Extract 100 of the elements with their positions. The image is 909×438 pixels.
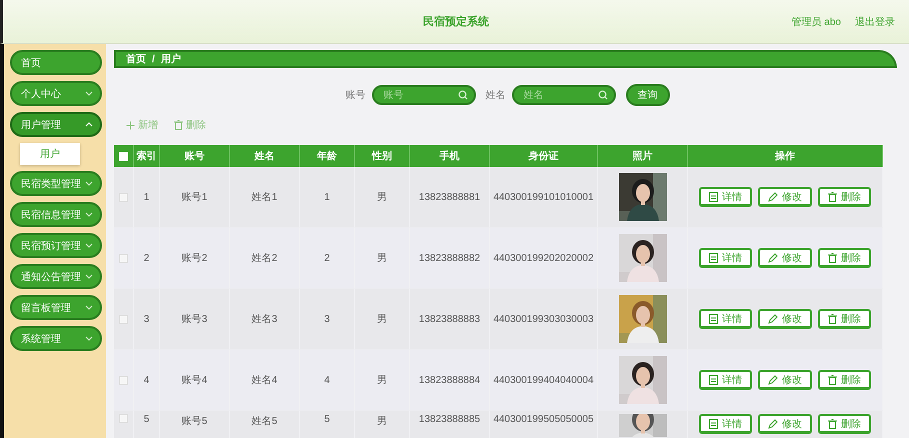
breadcrumb-item[interactable]: 用户 <box>160 52 181 66</box>
field-label: 账号 <box>346 88 366 102</box>
table-cell: 账号3 <box>160 289 230 350</box>
plus-icon <box>126 120 135 130</box>
field-label: 姓名 <box>486 89 506 102</box>
column-header: 照片 <box>598 145 688 167</box>
menu-item[interactable]: 个人中心 <box>10 81 102 106</box>
search-icon <box>458 90 468 100</box>
menu-item[interactable]: 留言板管理 <box>10 295 102 320</box>
chevron-down-icon <box>85 180 93 187</box>
pencil-icon <box>768 374 778 384</box>
table-cell: 账号1 <box>160 167 230 228</box>
edit-button[interactable]: 修改 <box>758 187 812 207</box>
trash-icon <box>828 418 837 428</box>
menu-item[interactable]: 民宿预订管理 <box>10 233 102 258</box>
submenu-item[interactable]: 用户 <box>20 143 80 165</box>
user-label: 管理员 abo <box>792 16 841 28</box>
search-field[interactable]: 姓名 <box>512 85 616 105</box>
edit-button[interactable]: 修改 <box>758 414 812 434</box>
table-cell: 440300199202020002 <box>490 228 598 289</box>
column-header: 操作 <box>688 145 883 167</box>
menu-item[interactable]: 系统管理 <box>10 326 102 351</box>
table-cell: 姓名3 <box>230 289 300 350</box>
pencil-icon <box>768 418 778 428</box>
chevron-down-icon <box>85 304 93 311</box>
document-icon <box>709 374 718 384</box>
table-cell: 1 <box>134 167 160 228</box>
add-button[interactable]: 新增 <box>126 118 158 132</box>
document-icon <box>709 252 718 262</box>
menu-item[interactable]: 民宿信息管理 <box>10 202 102 227</box>
detail-button[interactable]: 详情 <box>699 248 752 268</box>
breadcrumb-item[interactable]: 首页 <box>126 52 146 66</box>
table-cell: 13823888884 <box>410 350 490 411</box>
trash-icon <box>174 120 183 130</box>
table-cell: 13823888881 <box>410 167 490 228</box>
detail-button[interactable]: 详情 <box>699 187 752 207</box>
delete-button[interactable]: 删除 <box>818 248 871 268</box>
table-cell: 账号5 <box>160 411 230 438</box>
table-cell: 男 <box>355 228 410 289</box>
row-checkbox[interactable] <box>119 192 128 202</box>
menu-item[interactable]: 首页 <box>10 50 102 75</box>
app-title: 民宿预定系统 <box>423 14 489 29</box>
table-cell: 1 <box>300 167 355 228</box>
edit-button[interactable]: 修改 <box>758 370 812 390</box>
search-button[interactable]: 查询 <box>626 84 670 106</box>
table-cell: 5 <box>134 411 160 438</box>
row-checkbox[interactable] <box>119 414 128 423</box>
row-checkbox[interactable] <box>119 254 128 262</box>
edit-button[interactable]: 修改 <box>758 309 812 329</box>
table-cell: 440300199303030003 <box>490 289 598 350</box>
document-icon <box>709 314 718 324</box>
table-cell: 2 <box>134 228 160 289</box>
trash-icon <box>828 314 837 324</box>
pencil-icon <box>768 252 778 262</box>
table-cell: 男 <box>355 350 410 411</box>
breadcrumb-separator: / <box>152 54 155 64</box>
chevron-down-icon <box>85 335 93 342</box>
trash-icon <box>828 192 837 202</box>
detail-button[interactable]: 详情 <box>699 414 752 434</box>
column-header: 手机 <box>410 145 490 167</box>
delete-button[interactable]: 删除 <box>818 309 871 329</box>
table-cell: 440300199101010001 <box>490 167 598 228</box>
column-header: 索引 <box>134 145 160 167</box>
delete-button[interactable]: 删除 <box>818 414 871 434</box>
search-icon <box>598 90 608 100</box>
menu-item[interactable]: 通知公告管理 <box>10 264 102 289</box>
column-header: 年龄 <box>300 145 355 167</box>
logout-link[interactable]: 退出登录 <box>855 14 895 28</box>
table-cell: 姓名5 <box>230 411 300 438</box>
pencil-icon <box>768 192 778 202</box>
select-all-checkbox[interactable] <box>119 152 128 160</box>
chevron-up-icon <box>85 121 93 128</box>
table-cell: 440300199505050005 <box>490 411 598 438</box>
table-cell: 姓名2 <box>230 228 300 289</box>
trash-icon <box>828 252 837 262</box>
table-cell: 男 <box>355 167 410 228</box>
document-icon <box>709 418 718 428</box>
column-header: 姓名 <box>230 145 300 167</box>
chevron-down-icon <box>85 90 93 97</box>
row-checkbox[interactable] <box>119 314 128 324</box>
menu-item[interactable]: 民宿类型管理 <box>10 171 102 196</box>
chevron-down-icon <box>85 273 93 280</box>
trash-icon <box>828 374 837 384</box>
delete-button[interactable]: 删除 <box>818 187 871 207</box>
menu-item[interactable]: 用户管理 <box>10 112 102 137</box>
chevron-down-icon <box>85 211 93 218</box>
table-cell: 13823888882 <box>410 228 490 289</box>
table-cell: 13823888885 <box>410 411 490 438</box>
detail-button[interactable]: 详情 <box>699 370 752 390</box>
table-cell: 男 <box>355 289 410 350</box>
table-cell: 账号4 <box>160 350 230 411</box>
delete-button[interactable]: 删除 <box>818 370 871 390</box>
row-checkbox[interactable] <box>119 376 128 384</box>
detail-button[interactable]: 详情 <box>699 309 752 329</box>
search-field[interactable]: 账号 <box>372 85 476 105</box>
table-cell: 3 <box>134 289 160 350</box>
table-cell: 账号2 <box>160 228 230 289</box>
column-header: 性别 <box>355 145 410 167</box>
delete-button[interactable]: 删除 <box>174 118 206 132</box>
edit-button[interactable]: 修改 <box>758 248 812 268</box>
